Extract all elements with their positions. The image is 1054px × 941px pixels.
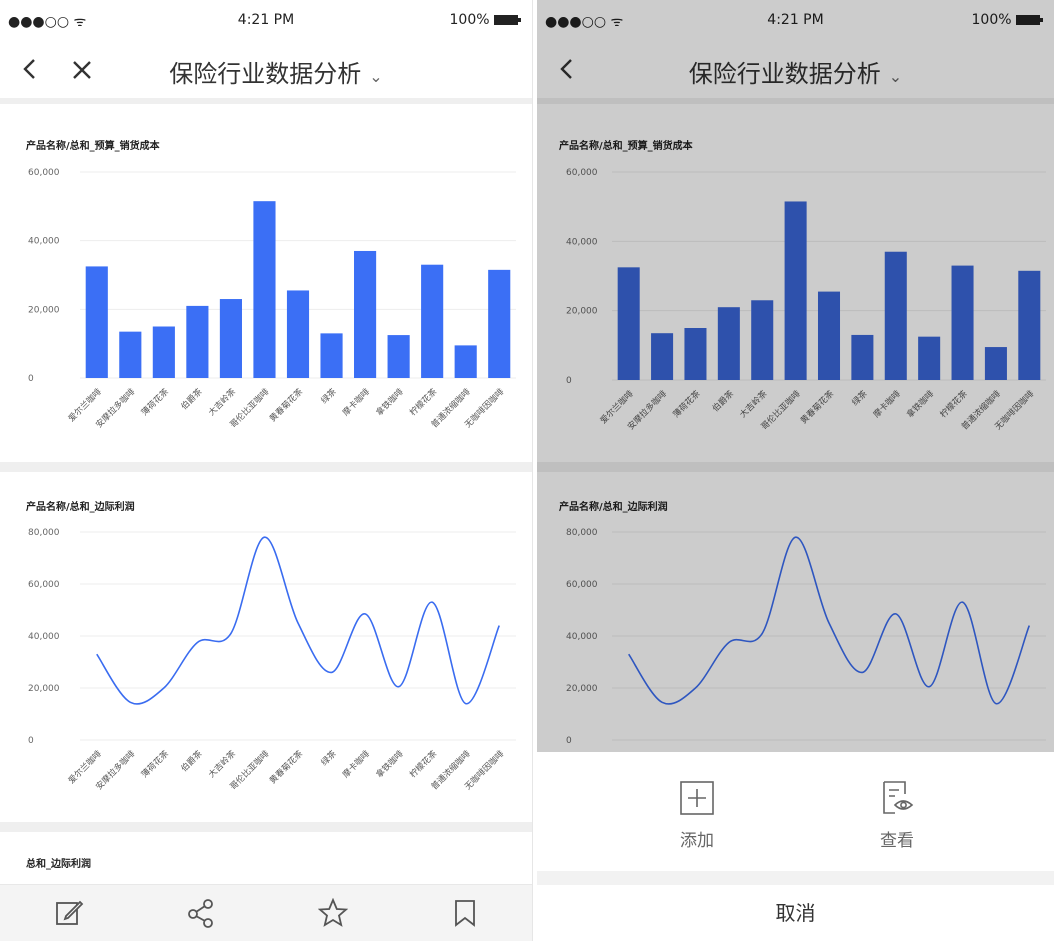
bottom-toolbar: [0, 884, 532, 941]
bar[interactable]: [152, 326, 175, 379]
x-tick-label: 柠檬花茶: [407, 386, 439, 418]
x-tick-label: 摩卡咖啡: [340, 386, 372, 418]
nav-bar: 保险行业数据分析 ⌄: [0, 40, 532, 96]
status-bar: ●●●○○ ᯤ 4:21 PM 100%: [0, 0, 532, 36]
x-tick-label: 黄春菊花茶: [267, 748, 305, 786]
y-tick-label: 40,000: [28, 632, 60, 642]
bar[interactable]: [454, 345, 477, 378]
x-tick-label: 伯爵茶: [179, 748, 205, 774]
add-icon: [680, 781, 714, 815]
line-chart-margin[interactable]: 80,00060,00040,00020,0000爱尔兰咖啡安摩拉多咖啡 薄荷花茶…: [0, 520, 532, 820]
phone-screen-action-sheet: ●●●○○ ᯤ 4:21 PM 100% 保险行业数据分析 ⌄ 产品名称/总和_预…: [537, 0, 1054, 941]
battery-icon: [494, 15, 521, 25]
page-title-text: 保险行业数据分析: [169, 60, 362, 88]
x-tick-label: 黄春菊花茶: [267, 386, 305, 424]
x-tick-label: 大吉岭茶: [206, 386, 238, 418]
sheet-separator: [537, 871, 1054, 885]
view-label: 查看: [880, 831, 914, 851]
bar[interactable]: [320, 333, 343, 378]
bar[interactable]: [219, 299, 242, 378]
x-tick-label: 伯爵茶: [179, 386, 205, 412]
y-tick-label: 80,000: [28, 528, 60, 538]
bar[interactable]: [421, 264, 444, 378]
x-tick-label: 拿铁咖啡: [374, 748, 406, 780]
star-icon[interactable]: [318, 898, 348, 928]
chart-title-margin: 产品名称/总和_边际利润: [26, 502, 135, 513]
x-tick-label: 绿茶: [319, 386, 339, 406]
bar[interactable]: [186, 305, 209, 378]
bar[interactable]: [253, 201, 276, 378]
add-button[interactable]: 添加: [637, 780, 757, 851]
chart-title-cost: 产品名称/总和_预算_销货成本: [26, 141, 160, 152]
divider: [0, 98, 532, 104]
bar-chart-cost[interactable]: 60,00040,00020,0000爱尔兰咖啡安摩拉多咖啡 薄荷花茶 伯爵茶 大吉岭…: [0, 160, 532, 460]
action-sheet: 添加 查看 取消: [537, 752, 1054, 941]
y-tick-label: 0: [28, 374, 34, 384]
y-tick-label: 20,000: [28, 305, 60, 315]
cancel-button[interactable]: 取消: [537, 885, 1054, 941]
divider: [0, 822, 532, 832]
bar[interactable]: [119, 331, 142, 378]
view-button[interactable]: 查看: [837, 780, 957, 851]
bar[interactable]: [488, 269, 511, 378]
x-tick-label: 薄荷花茶: [139, 386, 171, 418]
series-line[interactable]: [96, 536, 500, 705]
phone-screen-dashboard: ●●●○○ ᯤ 4:21 PM 100% 保险行业数据分析 ⌄ 产品名称/总和_预…: [0, 0, 533, 941]
chevron-down-icon: ⌄: [369, 67, 383, 86]
x-tick-label: 拿铁咖啡: [374, 386, 406, 418]
x-tick-label: 摩卡咖啡: [340, 748, 372, 780]
modal-backdrop[interactable]: [537, 0, 1054, 752]
bar[interactable]: [85, 266, 108, 378]
x-tick-label: 柠檬花茶: [407, 748, 439, 780]
y-tick-label: 0: [28, 736, 34, 746]
bar[interactable]: [354, 250, 377, 378]
share-icon[interactable]: [186, 898, 216, 928]
x-tick-label: 大吉岭茶: [206, 748, 238, 780]
bar[interactable]: [286, 290, 310, 378]
view-icon: [883, 781, 914, 814]
divider: [0, 462, 532, 472]
page-title[interactable]: 保险行业数据分析 ⌄: [0, 54, 532, 89]
edit-icon[interactable]: [54, 898, 84, 928]
bar[interactable]: [387, 335, 410, 378]
add-label: 添加: [680, 831, 714, 851]
y-tick-label: 60,000: [28, 580, 60, 590]
y-tick-label: 60,000: [28, 168, 60, 178]
chart-title-third: 总和_边际利润: [26, 859, 91, 870]
y-tick-label: 20,000: [28, 684, 60, 694]
x-tick-label: 绿茶: [319, 748, 339, 768]
x-tick-label: 薄荷花茶: [139, 748, 171, 780]
bookmark-icon[interactable]: [450, 898, 480, 928]
battery-percent: 100%: [449, 12, 490, 28]
y-tick-label: 40,000: [28, 237, 60, 247]
battery-indicator: 100%: [450, 12, 522, 28]
